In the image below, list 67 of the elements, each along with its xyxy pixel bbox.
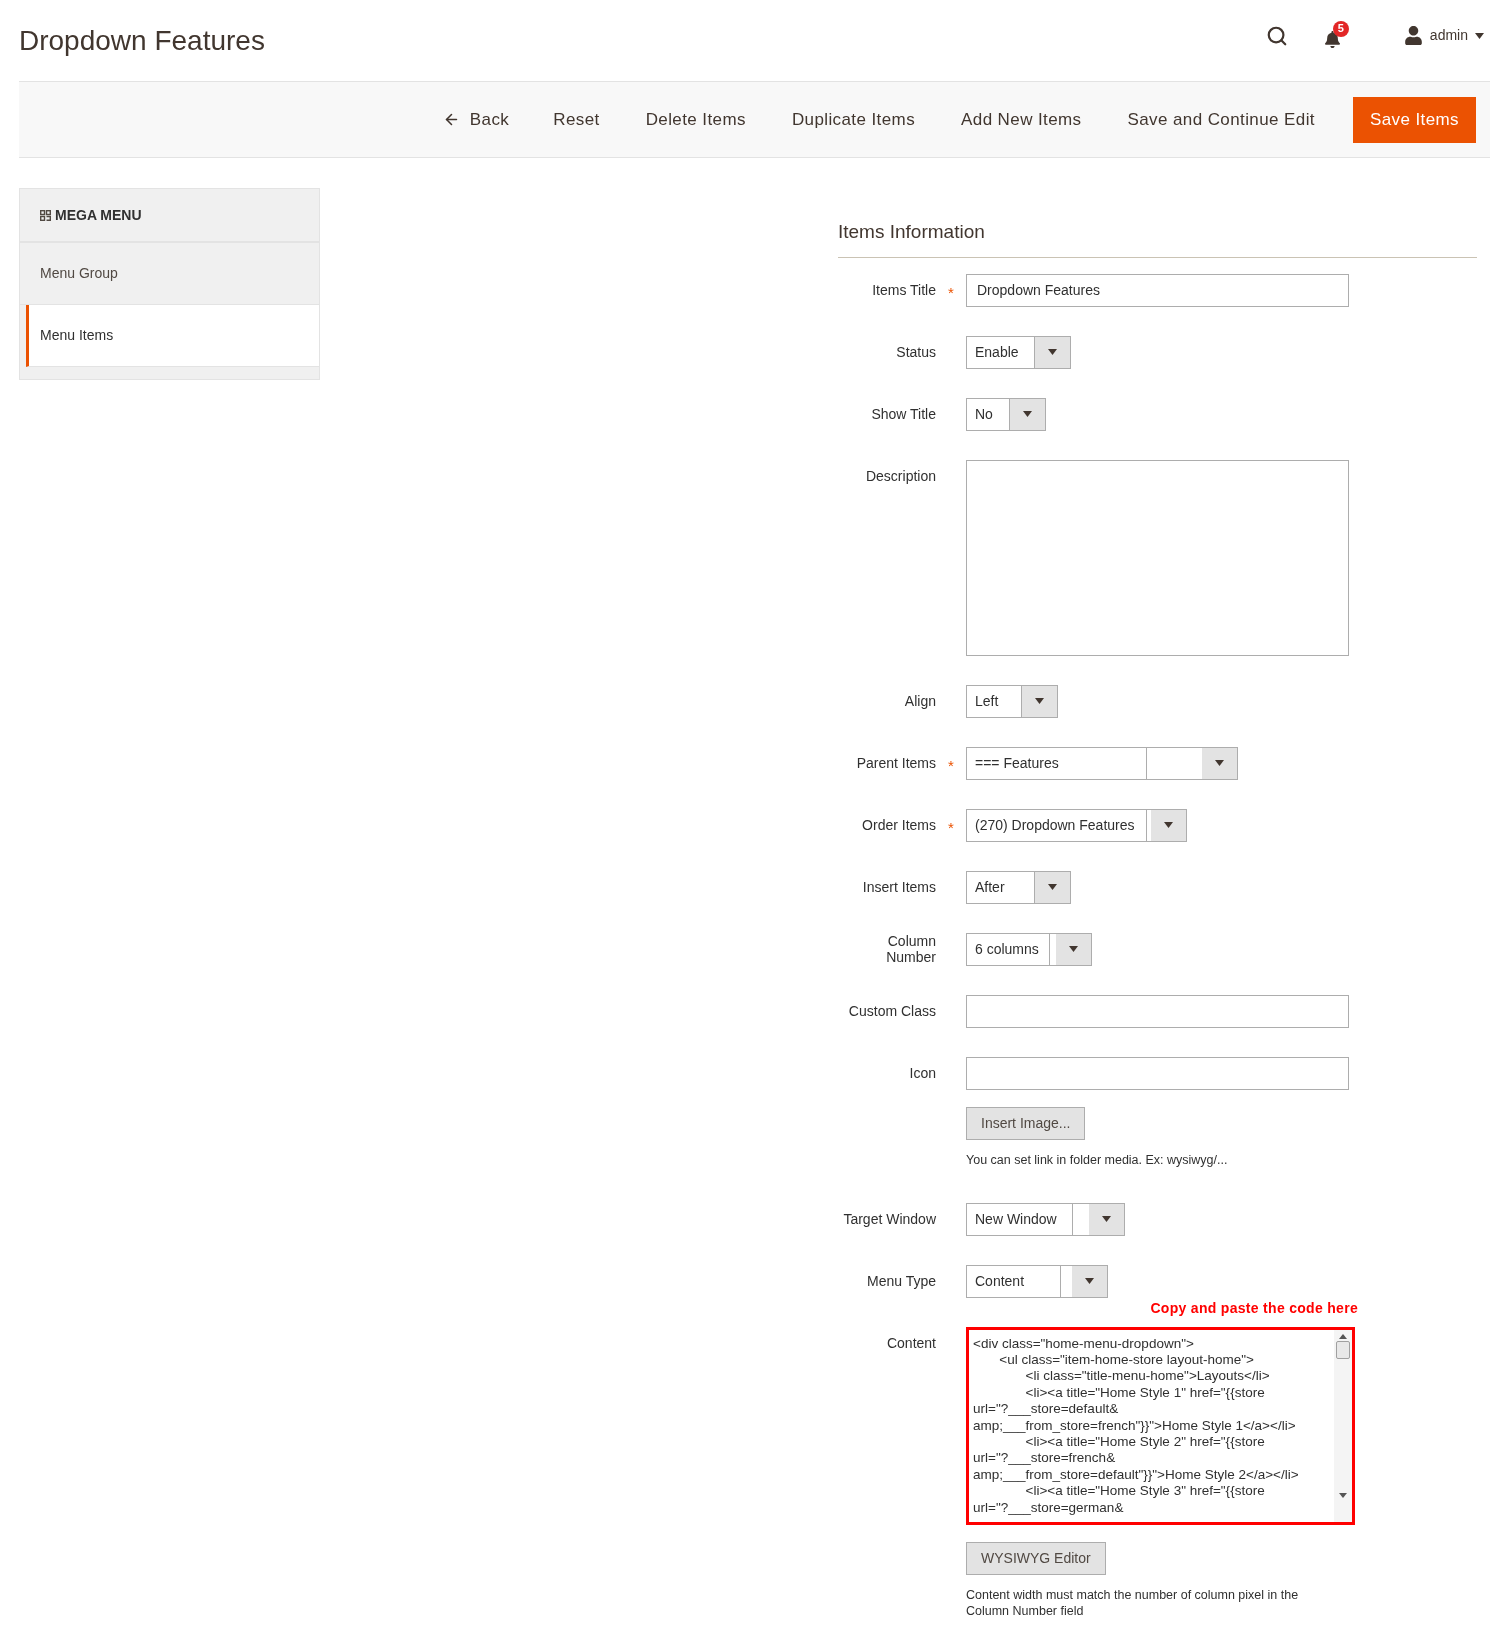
field-note: You can set link in folder media. Ex: wysiwyg/... xyxy=(966,1151,1229,1168)
caret-icon xyxy=(1215,760,1224,766)
select-dropdown[interactable]: After xyxy=(966,870,1071,904)
required-mark: * xyxy=(948,282,954,303)
caret-icon xyxy=(1069,946,1078,952)
toolbar-button[interactable]: Duplicate Items xyxy=(769,96,938,143)
page-title: Dropdown Features xyxy=(19,23,265,58)
user-icon xyxy=(1403,26,1423,45)
select-dropdown[interactable]: Enable xyxy=(966,335,1071,369)
action-button[interactable]: Insert Image... xyxy=(966,1106,1086,1140)
back-button[interactable]: Back xyxy=(422,96,530,143)
select-dropdown[interactable]: 6 columns xyxy=(966,932,1092,966)
save-button[interactable]: Save Items xyxy=(1352,96,1476,143)
select-dropdown[interactable]: === Features xyxy=(966,746,1238,780)
description-field[interactable] xyxy=(966,459,1349,656)
section-title: Items Information xyxy=(838,218,1477,258)
toolbar-button[interactable]: Delete Items xyxy=(623,96,768,143)
caret-icon xyxy=(1102,1216,1111,1222)
caret-icon xyxy=(1164,822,1173,828)
field-label: Content xyxy=(886,1335,936,1351)
select-dropdown[interactable]: No xyxy=(966,397,1046,431)
user-menu[interactable]: admin xyxy=(1403,25,1484,46)
sidebar-header: MEGA MENU xyxy=(20,189,319,243)
field-label: Status xyxy=(896,344,936,360)
select-dropdown[interactable]: (270) Dropdown Features xyxy=(966,808,1187,842)
code-field[interactable]: <div class="home-menu-dropdown"> <ul class="item-home-store layout-home"> <li class="title-menu-home">Layouts</li> <li><a title="Home Style 1" href="{{store url="?___store=default& amp;___from_store=french"}}">Home Style 1</a></li> <li><a title="Home Style 2" href="{{store url="?___store=french& amp;___from_store=default"}}">Home Style 2</a></li> <li><a title="Home Style 3" href="{{store url="?___store=german& xyxy=(966,1326,1355,1525)
select-dropdown[interactable]: New Window xyxy=(966,1202,1125,1236)
field-label: Align xyxy=(904,693,936,709)
toolbar-button[interactable]: Save and Continue Edit xyxy=(1105,96,1337,143)
toolbar-button[interactable]: Reset xyxy=(531,96,622,143)
required-mark: * xyxy=(948,755,954,776)
field-label: Show Title xyxy=(871,406,936,422)
toolbar-button[interactable]: Add New Items xyxy=(939,96,1104,143)
caret-icon xyxy=(1048,884,1057,890)
field-label: Icon xyxy=(909,1065,936,1081)
field-label: Custom Class xyxy=(848,1003,936,1019)
scroll-down-icon[interactable] xyxy=(1339,1492,1347,1498)
field-label: Column Number xyxy=(885,933,936,965)
select-dropdown[interactable]: Content xyxy=(966,1264,1108,1298)
scrollbar[interactable] xyxy=(1334,1329,1352,1522)
action-button[interactable]: WYSIWYG Editor xyxy=(966,1541,1106,1575)
bell-icon xyxy=(1323,30,1341,48)
text-field[interactable] xyxy=(966,1056,1349,1090)
field-label: Items Title xyxy=(872,282,936,298)
text-field[interactable] xyxy=(966,994,1349,1028)
caret-icon xyxy=(1475,32,1484,39)
grid-icon xyxy=(40,209,51,221)
sidebar-item[interactable]: Menu Items xyxy=(26,305,319,367)
notifications-button[interactable]: 5 xyxy=(1323,23,1354,48)
scrollbar-thumb[interactable] xyxy=(1336,1340,1350,1359)
field-label: Order Items xyxy=(862,817,936,833)
caret-icon xyxy=(1023,411,1032,417)
field-label: Description xyxy=(865,468,936,484)
field-label: Insert Items xyxy=(862,879,936,895)
caret-icon xyxy=(1085,1278,1094,1284)
field-label: Menu Type xyxy=(867,1273,936,1289)
code-hint: Copy and paste the code here xyxy=(1150,1299,1358,1317)
notification-count: 5 xyxy=(1332,20,1349,37)
select-dropdown[interactable]: Left xyxy=(966,684,1058,718)
text-field[interactable]: Dropdown Features xyxy=(966,273,1349,307)
field-label: Parent Items xyxy=(856,755,936,771)
field-note: Content width must match the number of column pixel in the Column Number field xyxy=(966,1586,1300,1619)
search-icon[interactable] xyxy=(1265,24,1288,47)
caret-icon xyxy=(1048,349,1057,355)
caret-icon xyxy=(1035,698,1044,704)
field-label: Target Window xyxy=(843,1211,936,1227)
required-mark: * xyxy=(948,817,954,838)
